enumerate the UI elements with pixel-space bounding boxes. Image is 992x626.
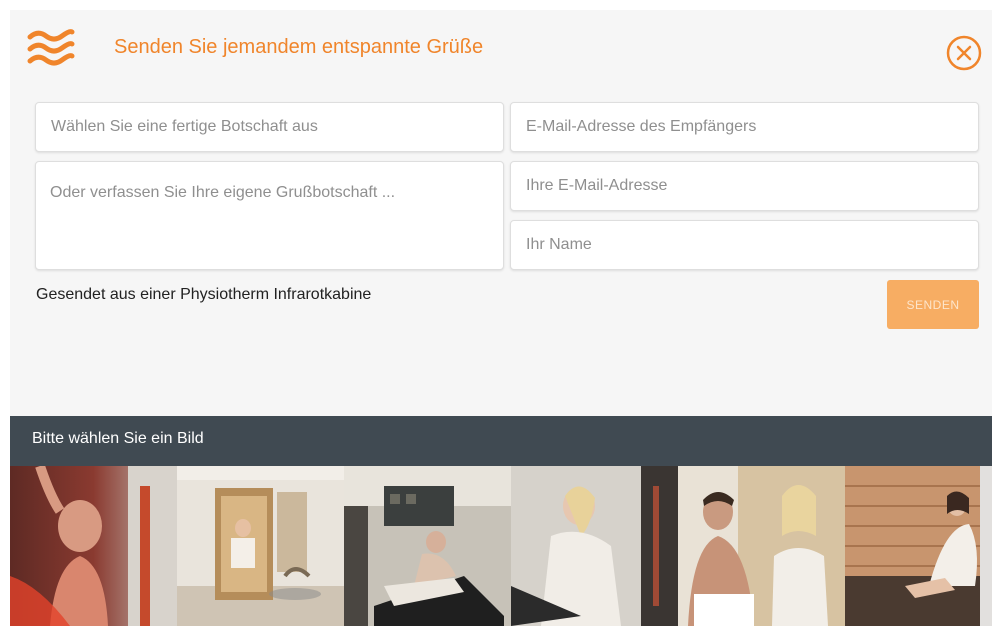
couple-sauna-photo[interactable]: [678, 466, 845, 626]
header: Senden Sie jemandem entspannte Grüße: [10, 10, 992, 88]
name-input[interactable]: [511, 221, 978, 269]
waves-logo-icon: [27, 29, 75, 66]
message-select-input[interactable]: [36, 103, 503, 151]
infrared-cabin-photo[interactable]: [177, 466, 344, 626]
recipient-email-input[interactable]: [511, 103, 978, 151]
own-email-field[interactable]: [510, 161, 979, 211]
recipient-email-field[interactable]: [510, 102, 979, 152]
own-message-field[interactable]: [35, 161, 504, 270]
close-icon[interactable]: [944, 33, 984, 73]
send-button[interactable]: SENDEN: [887, 280, 979, 329]
woman-towel-lounger-photo[interactable]: [511, 466, 678, 626]
sent-from-note: Gesendet aus einer Physiotherm Infrarotk…: [36, 286, 372, 303]
gallery-title: Bitte wählen Sie ein Bild: [32, 430, 204, 447]
gallery-header: Bitte wählen Sie ein Bild: [10, 416, 992, 466]
woman-wooden-bench-photo[interactable]: [845, 466, 992, 626]
own-message-textarea[interactable]: [36, 162, 503, 269]
man-recliner-lounge-photo[interactable]: [344, 466, 511, 626]
greeting-panel: Senden Sie jemandem entspannte Grüße Ges…: [10, 10, 992, 416]
woman-red-light-photo[interactable]: [10, 466, 177, 626]
page-title: Senden Sie jemandem entspannte Grüße: [114, 36, 484, 58]
image-strip: [10, 466, 992, 626]
name-field[interactable]: [510, 220, 979, 270]
own-email-input[interactable]: [511, 162, 978, 210]
message-select-field[interactable]: [35, 102, 504, 152]
